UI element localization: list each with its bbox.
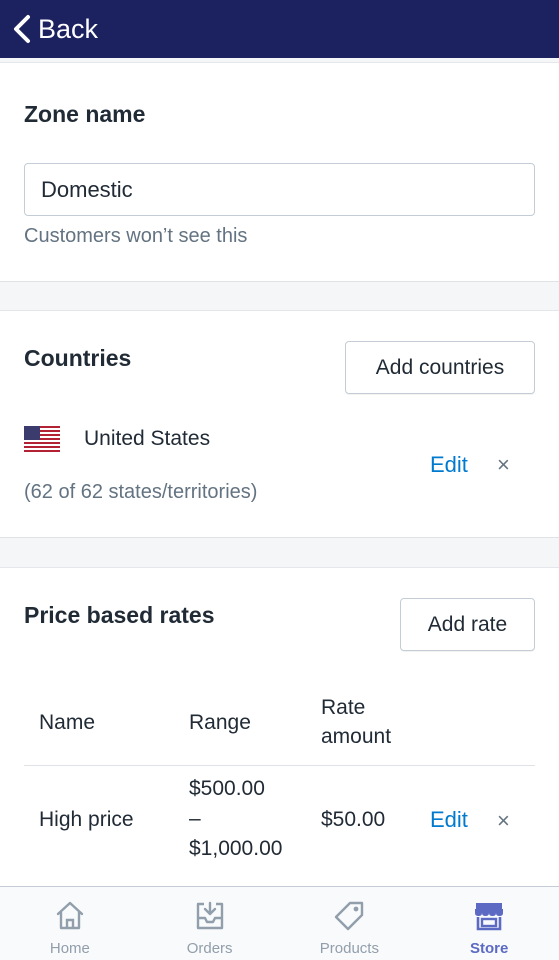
tab-store-label: Store [469, 940, 509, 957]
add-rate-button[interactable]: Add rate [400, 598, 535, 651]
price-rates-card: Price based rates Add rate Name Range Ra… [0, 567, 559, 887]
orders-icon [196, 901, 223, 930]
rate-amount: $50.00 [321, 808, 386, 831]
column-header-name: Name [39, 711, 96, 734]
column-header-rate-line2: amount [321, 725, 392, 748]
country-states-count: (62 of 62 states/territories) [24, 481, 258, 503]
tag-icon [335, 901, 364, 931]
back-button[interactable]: Back [12, 14, 98, 45]
remove-rate-icon[interactable]: × [497, 810, 510, 832]
tab-store[interactable]: Store [419, 887, 559, 960]
zone-name-title: Zone name [24, 101, 146, 127]
chevron-left-icon [14, 15, 30, 43]
rate-range-dash: – [189, 807, 201, 830]
top-nav-bar: Back [0, 0, 559, 58]
us-flag-icon [24, 426, 60, 452]
tab-orders-label: Orders [186, 940, 233, 957]
rate-range-to: $1,000.00 [189, 837, 283, 860]
edit-rate-link[interactable]: Edit [430, 805, 468, 835]
countries-title: Countries [24, 345, 132, 371]
store-icon [475, 903, 504, 931]
home-icon [56, 901, 84, 930]
remove-country-icon[interactable]: × [497, 454, 510, 476]
add-countries-button[interactable]: Add countries [345, 341, 535, 394]
rate-range: $500.00 – $1,000.00 [189, 774, 282, 864]
tab-home-label: Home [49, 940, 90, 957]
rate-name: High price [39, 808, 134, 831]
bottom-tab-bar: Home Orders Products Store [0, 886, 559, 960]
tab-home[interactable]: Home [0, 887, 140, 960]
countries-card: Countries Add countries United States (6… [0, 310, 559, 538]
column-header-rate-line1: Rate [321, 696, 366, 719]
tab-products-label: Products [319, 940, 379, 957]
tab-products[interactable]: Products [280, 887, 420, 960]
zone-name-help-text: Customers won’t see this [24, 225, 248, 247]
back-label: Back [38, 13, 99, 44]
zone-name-card: Zone name Customers won’t see this [0, 62, 559, 282]
edit-country-link[interactable]: Edit [430, 452, 468, 478]
rate-range-from: $500.00 [189, 777, 265, 800]
column-header-rate-amount: Rate amount [321, 693, 391, 751]
column-header-range: Range [189, 711, 251, 734]
price-rates-title: Price based rates [24, 602, 215, 628]
tab-orders[interactable]: Orders [140, 887, 280, 960]
zone-name-input[interactable] [24, 163, 535, 216]
country-name: United States [84, 427, 211, 450]
table-divider [24, 765, 535, 766]
